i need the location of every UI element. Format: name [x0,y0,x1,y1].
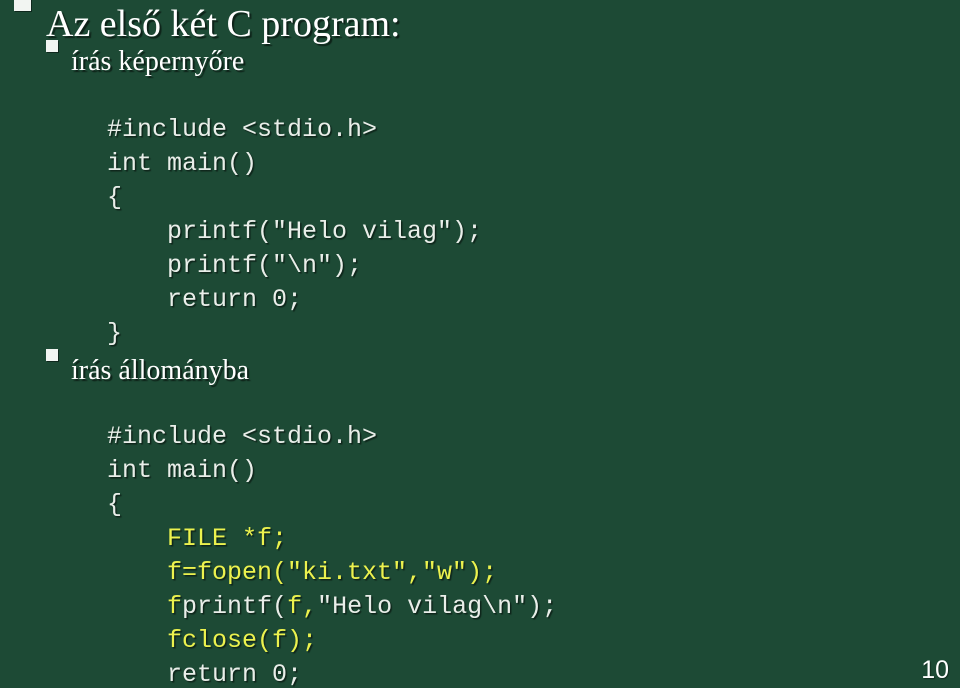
section-heading-2: írás állományba [71,355,250,386]
code-token: printf( [182,592,288,621]
code-line: return 0; [107,283,482,317]
slide-title-row: Az első két C program: [14,0,401,46]
code-line: int main() [107,147,482,181]
code-token: return 0; [107,285,303,314]
code-token: f=fopen("ki.txt","w"); [167,558,498,587]
code-token: #include <stdio.h> [107,115,378,144]
code-token: FILE *f; [167,524,288,553]
section-heading-row-1: írás képernyőre [46,40,245,78]
code-line: fclose(f); [107,624,557,658]
code-token: f, [287,592,318,621]
code-line: fprintf(f,"Helo vilag\n"); [107,590,557,624]
code-line: } [107,317,482,351]
code-token: int main() [107,149,258,178]
code-line: f=fopen("ki.txt","w"); [107,556,557,590]
square-bullet-icon [46,40,58,52]
square-bullet-icon [14,0,31,11]
code-token: f [167,592,183,621]
page-number: 10 [921,656,949,684]
page-title: Az első két C program: [46,3,401,45]
section-heading-1: írás képernyőre [71,46,245,77]
code-line: #include <stdio.h> [107,113,482,147]
code-line: return 0; [107,658,557,688]
code-token: { [107,490,123,519]
section-heading-row-2: írás állományba [46,349,250,387]
code-token: "Helo vilag\n"); [317,592,558,621]
code-token: #include <stdio.h> [107,422,378,451]
code-line: { [107,181,482,215]
code-line: #include <stdio.h> [107,420,557,454]
code-token: fclose(f); [167,626,318,655]
code-line: FILE *f; [107,522,557,556]
code-token: printf("Helo vilag"); [107,217,483,246]
code-token: return 0; [167,660,303,688]
code-block-2: #include <stdio.h> int main() { FILE *f; f… [107,420,557,688]
code-block-1: #include <stdio.h> int main() { printf("He… [107,113,482,351]
code-token: { [107,183,123,212]
slide-canvas: Az első két C program: írás képernyőre #… [0,0,960,688]
square-bullet-icon [46,349,58,361]
code-line: printf("Helo vilag"); [107,215,482,249]
code-token: } [107,319,123,348]
code-token: printf("\n"); [107,251,363,280]
code-token: int main() [107,456,258,485]
code-line: printf("\n"); [107,249,482,283]
code-line: { [107,488,557,522]
code-line: int main() [107,454,557,488]
